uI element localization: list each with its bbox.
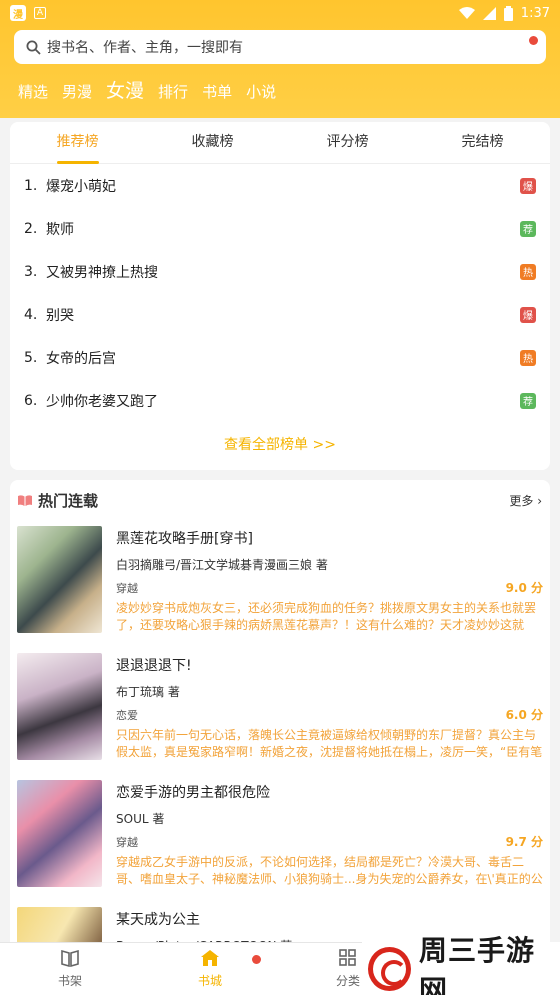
status-time: 1:37 <box>520 5 550 21</box>
view-all-link[interactable]: 查看全部榜单 >> <box>10 434 550 454</box>
hot-serial-section: 热门连载 更多 › 黑莲花攻略手册[穿书] 白羽摘雕弓/晋江文学城碁青漫画三娘 … <box>10 480 550 950</box>
book-genre: 穿越 <box>116 581 138 595</box>
notification-dot <box>529 36 538 45</box>
rank-number: 3. <box>24 263 38 280</box>
book-description: 穿越成乙女手游中的反派，不论如何选择，结局都是死亡？冷漠大哥、毒舌二哥、嗜血皇太… <box>116 855 543 886</box>
site-watermark: 周三手游网 <box>362 934 560 995</box>
book-cover <box>17 526 102 633</box>
rank-title: 又被男神撩上热搜 <box>46 264 158 281</box>
book-genre: 穿越 <box>116 835 138 849</box>
rank-row[interactable]: 5. 女帝的后宫 热 <box>24 336 536 379</box>
notification-dot <box>252 955 261 964</box>
rank-badge: 热 <box>520 349 536 366</box>
rank-number: 4. <box>24 306 38 323</box>
rank-tabs: 推荐榜 收藏榜 评分榜 完结榜 <box>10 122 550 164</box>
grid-icon <box>339 949 356 966</box>
rank-badge: 爆 <box>520 306 536 323</box>
signal-icon <box>482 6 496 20</box>
hot-header: 热门连载 更多 › <box>10 480 550 520</box>
tab-paihang[interactable]: 排行 <box>158 81 188 102</box>
watermark-logo-icon <box>368 946 412 991</box>
book-description: 只因六年前一句无心话，落魄长公主竟被逼嫁给权倾朝野的东厂提督？真公主与假太监，真… <box>116 728 543 759</box>
search-icon <box>26 40 41 55</box>
tab-nvman[interactable]: 女漫 <box>106 76 144 103</box>
rank-row[interactable]: 3. 又被男神撩上热搜 热 <box>24 250 536 293</box>
nav-label: 书城 <box>197 974 222 988</box>
rank-row[interactable]: 6. 少帅你老婆又跑了 荐 <box>24 379 536 422</box>
tab-shudan[interactable]: 书单 <box>202 81 232 102</box>
tab-xiaoshuo[interactable]: 小说 <box>246 81 276 102</box>
more-link[interactable]: 更多 › <box>509 492 542 509</box>
book-score: 9.0 分 <box>505 581 543 595</box>
rank-title: 少帅你老婆又跑了 <box>46 393 158 410</box>
book-item[interactable]: 黑莲花攻略手册[穿书] 白羽摘雕弓/晋江文学城碁青漫画三娘 著 穿越 9.0 分… <box>17 526 543 638</box>
book-author: SOUL 著 <box>116 812 165 826</box>
watermark-text: 周三手游网 <box>419 933 536 995</box>
book-genre: 恋爱 <box>116 708 138 722</box>
header-area: 漫 A 1:37 搜书名、作者、主角，一搜即有 精选 男漫 女漫 排行 书单 小… <box>0 0 560 118</box>
home-icon <box>201 950 219 966</box>
app-notification-icon: 漫 <box>10 5 26 21</box>
more-label: 更多 <box>509 493 534 508</box>
tab-nanman[interactable]: 男漫 <box>62 81 92 102</box>
rank-number: 1. <box>24 177 38 194</box>
book-score: 9.7 分 <box>505 835 543 849</box>
book-item[interactable]: 退退退退下! 布丁琉璃 著 恋爱 6.0 分 只因六年前一句无心话，落魄长公主竟… <box>17 653 543 765</box>
book-cover <box>17 780 102 887</box>
rank-row[interactable]: 4. 别哭 爆 <box>24 293 536 336</box>
section-title: 热门连载 <box>38 491 99 510</box>
status-bar: 漫 A 1:37 <box>0 0 560 26</box>
channel-tabs: 精选 男漫 女漫 排行 书单 小说 <box>18 76 276 103</box>
book-icon <box>18 494 32 506</box>
book-title: 恋爱手游的男主都很危险 <box>116 785 270 801</box>
nav-bookshelf[interactable]: 书架 <box>40 949 100 989</box>
rank-card: 推荐榜 收藏榜 评分榜 完结榜 1. 爆宠小萌妃 爆 2. 欺师 荐 3. 又被… <box>10 122 550 470</box>
rank-number: 2. <box>24 220 38 237</box>
a-notification-icon: A <box>34 7 46 19</box>
book-cover <box>17 653 102 760</box>
chevron-right-icon: › <box>537 493 542 508</box>
battery-icon <box>503 5 513 21</box>
book-author: 白羽摘雕弓/晋江文学城碁青漫画三娘 著 <box>116 558 328 572</box>
book-description: 凌妙妙穿书成炮灰女三，还必须完成狗血的任务？挑拨原文男女主的关系也就罢了，还要攻… <box>116 601 537 632</box>
rank-row[interactable]: 1. 爆宠小萌妃 爆 <box>24 164 536 207</box>
book-score: 6.0 分 <box>505 708 543 722</box>
rank-row[interactable]: 2. 欺师 荐 <box>24 207 536 250</box>
rank-list: 1. 爆宠小萌妃 爆 2. 欺师 荐 3. 又被男神撩上热搜 热 4. 别哭 爆… <box>10 164 550 422</box>
rank-title: 爆宠小萌妃 <box>46 178 116 195</box>
rank-badge: 荐 <box>520 220 536 237</box>
tab-score-rank[interactable]: 评分榜 <box>280 122 415 164</box>
search-placeholder: 搜书名、作者、主角，一搜即有 <box>47 40 243 56</box>
tab-completed-rank[interactable]: 完结榜 <box>415 122 550 164</box>
book-title: 某天成为公主 <box>116 912 200 928</box>
book-title: 退退退退下! <box>116 658 192 674</box>
tab-recommend-rank[interactable]: 推荐榜 <box>10 122 145 164</box>
rank-number: 6. <box>24 392 38 409</box>
rank-number: 5. <box>24 349 38 366</box>
book-title: 黑莲花攻略手册[穿书] <box>116 531 253 547</box>
nav-bookstore[interactable]: 书城 <box>180 949 240 989</box>
rank-title: 别哭 <box>46 307 74 324</box>
tab-jingxuan[interactable]: 精选 <box>18 81 48 102</box>
rank-badge: 爆 <box>520 177 536 194</box>
rank-badge: 荐 <box>520 392 536 409</box>
rank-badge: 热 <box>520 263 536 280</box>
nav-label: 书架 <box>57 974 82 988</box>
rank-title: 女帝的后宫 <box>46 350 116 367</box>
book-item[interactable]: 恋爱手游的男主都很危险 SOUL 著 穿越 9.7 分 穿越成乙女手游中的反派，… <box>17 780 543 892</box>
tab-favorite-rank[interactable]: 收藏榜 <box>145 122 280 164</box>
bookshelf-icon <box>61 949 79 968</box>
rank-title: 欺师 <box>46 221 74 238</box>
book-author: 布丁琉璃 著 <box>116 685 180 699</box>
search-input[interactable]: 搜书名、作者、主角，一搜即有 <box>14 30 546 64</box>
wifi-icon <box>458 6 475 19</box>
